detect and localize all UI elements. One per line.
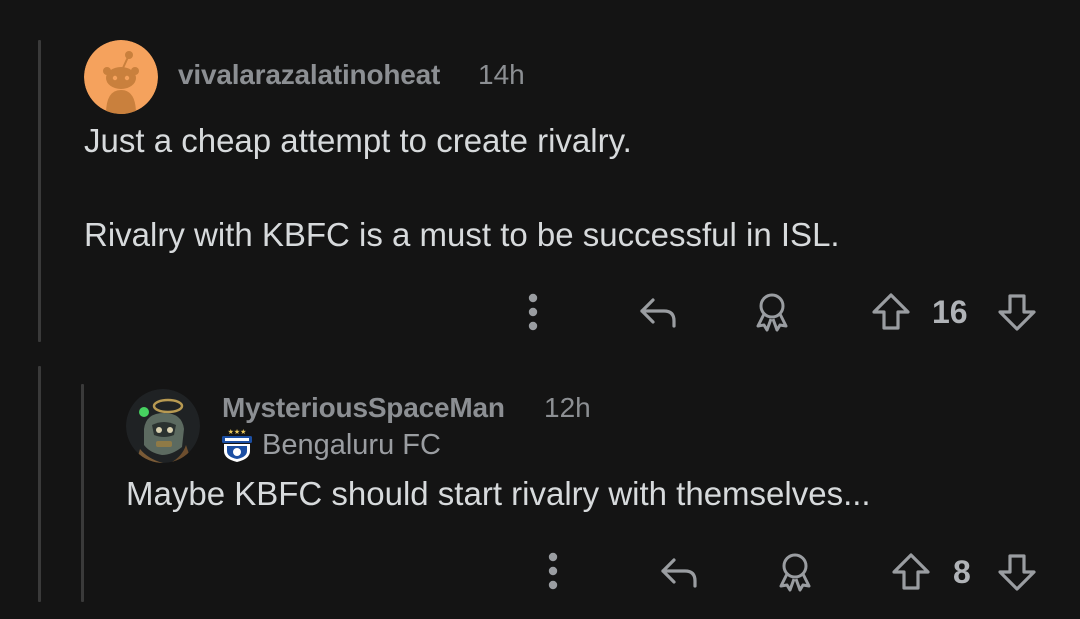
upvote-icon — [872, 293, 910, 330]
more-options-button[interactable] — [516, 290, 550, 334]
online-indicator — [139, 407, 149, 417]
thread-line-top[interactable] — [38, 40, 41, 342]
more-options-icon — [528, 293, 538, 331]
character-avatar-icon — [126, 389, 200, 463]
downvote-button[interactable] — [995, 549, 1039, 595]
snoo-avatar-icon — [84, 40, 158, 114]
comment-body-line: Rivalry with KBFC is a must to be succes… — [84, 216, 840, 253]
avatar[interactable] — [126, 389, 200, 463]
comment-author[interactable]: MysteriousSpaceMan — [222, 392, 505, 424]
downvote-icon — [998, 554, 1036, 591]
reply-icon — [661, 558, 697, 588]
comment-timestamp: 14h — [478, 59, 525, 90]
comment-timestamp: 12h — [544, 392, 591, 423]
vote-score: 8 — [953, 554, 971, 590]
reply-icon — [640, 298, 676, 328]
reply-button[interactable] — [634, 291, 682, 333]
vote-score: 16 — [932, 294, 968, 330]
flair-label: Bengaluru FC — [262, 428, 441, 461]
svg-text:★★★: ★★★ — [228, 428, 247, 436]
comment-body-line: Maybe KBFC should start rivalry with the… — [126, 475, 871, 512]
award-icon — [779, 553, 811, 592]
more-options-icon — [548, 552, 558, 590]
reply-button[interactable] — [655, 551, 703, 593]
award-button[interactable] — [750, 289, 794, 335]
avatar[interactable] — [84, 40, 158, 114]
downvote-button[interactable] — [995, 289, 1039, 335]
comment-author[interactable]: vivalarazalatinoheat — [178, 59, 440, 91]
more-options-button[interactable] — [536, 549, 570, 593]
upvote-button[interactable] — [889, 549, 933, 595]
upvote-icon — [892, 553, 930, 590]
award-icon — [756, 293, 788, 332]
user-flair: ★★★ Bengaluru FC — [220, 427, 441, 463]
bengaluru-fc-crest-icon: ★★★ — [222, 428, 252, 462]
downvote-icon — [998, 294, 1036, 331]
comment-body-line: Just a cheap attempt to create rivalry. — [84, 122, 632, 159]
award-button[interactable] — [773, 549, 817, 595]
upvote-button[interactable] — [869, 289, 913, 335]
thread-line-reply-inner[interactable] — [81, 384, 84, 602]
thread-line-reply-outer[interactable] — [38, 366, 41, 602]
